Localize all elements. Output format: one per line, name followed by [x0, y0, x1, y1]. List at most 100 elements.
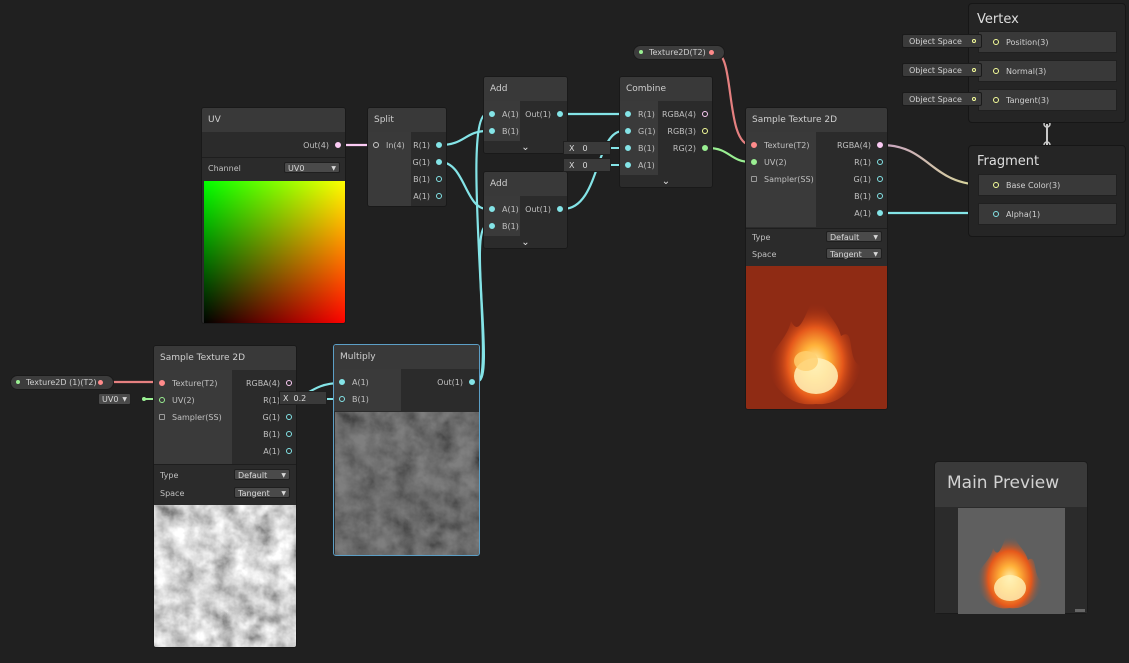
port-dot[interactable] [993, 68, 999, 74]
port-dot[interactable] [751, 159, 757, 165]
multiply-node[interactable]: Multiply A(1) B(1) Out(1) [333, 344, 480, 556]
sample-out-a[interactable]: A(1) [854, 205, 887, 222]
port-dot[interactable] [993, 97, 999, 103]
collapse-chevron-icon[interactable]: ⌄ [620, 176, 712, 187]
combine-in-a[interactable]: A(1) [620, 157, 655, 174]
port-dot[interactable] [436, 193, 442, 199]
space-dropdown[interactable]: Tangent ▼ [826, 248, 882, 259]
sample-in-texture[interactable]: Texture(T2) [154, 375, 218, 392]
uv-out-port[interactable]: Out(4) [303, 137, 345, 154]
port-dot[interactable] [625, 111, 631, 117]
port-dot[interactable] [489, 206, 495, 212]
port-dot[interactable] [972, 97, 976, 101]
inline-value[interactable]: 0 [574, 161, 587, 170]
port-dot[interactable] [993, 39, 999, 45]
port-dot[interactable] [751, 142, 757, 148]
port-dot[interactable] [877, 193, 883, 199]
combine-out-rg[interactable]: RG(2) [673, 140, 712, 157]
combine-out-rgb[interactable]: RGB(3) [667, 123, 712, 140]
port-dot[interactable] [142, 397, 146, 401]
port-dot[interactable] [557, 111, 563, 117]
type-dropdown[interactable]: Default ▼ [234, 469, 290, 480]
port-dot[interactable] [373, 142, 379, 148]
object-space-pill[interactable]: Object Space [902, 92, 982, 106]
combine-out-rgba[interactable]: RGBA(4) [662, 106, 712, 123]
vertex-slot-normal[interactable]: Normal(3) [978, 60, 1117, 82]
uv-node[interactable]: UV Out(4) Channel UV0 ▼ [201, 107, 346, 324]
combine-b-inline[interactable]: X0 [563, 141, 611, 155]
port-dot[interactable] [702, 128, 708, 134]
combine-node[interactable]: Combine R(1) G(1) B(1) A(1) RGBA(4) RGB(… [619, 76, 713, 188]
multiply-in-a[interactable]: A(1) [334, 374, 369, 391]
add-in-b[interactable]: B(1) [484, 218, 519, 235]
channel-dropdown[interactable]: UV0 ▼ [284, 162, 340, 173]
resize-handle[interactable] [1075, 609, 1085, 612]
port-dot[interactable] [159, 414, 165, 420]
port-dot[interactable] [339, 396, 345, 402]
port-dot[interactable] [557, 206, 563, 212]
port-dot[interactable] [469, 379, 475, 385]
port-dot[interactable] [993, 182, 999, 188]
combine-in-b[interactable]: B(1) [620, 140, 655, 157]
sample-out-rgba[interactable]: RGBA(4) [837, 137, 887, 154]
sample-in-sampler[interactable]: Sampler(SS) [154, 409, 222, 426]
object-space-pill[interactable]: Object Space [902, 34, 982, 48]
fragment-stack[interactable]: Fragment Base Color(3) Alpha(1) [968, 145, 1126, 237]
add-node-1[interactable]: Add A(1) B(1) Out(1) ⌄ [483, 76, 568, 154]
sample-out-r[interactable]: R(1) [854, 154, 887, 171]
main-preview-panel[interactable]: Main Preview [934, 461, 1088, 614]
add-out[interactable]: Out(1) [525, 201, 567, 218]
vertex-slot-tangent[interactable]: Tangent(3) [978, 89, 1117, 111]
texture2d-property-node[interactable]: Texture2D(T2) [633, 45, 725, 60]
port-dot[interactable] [159, 380, 165, 386]
sample-out-g[interactable]: G(1) [853, 171, 887, 188]
add-in-b[interactable]: B(1) [484, 123, 519, 140]
port-dot[interactable] [489, 111, 495, 117]
space-dropdown[interactable]: Tangent ▼ [234, 487, 290, 498]
vertex-stack[interactable]: Vertex Position(3) Normal(3) Tangent(3) [968, 3, 1126, 123]
sample-out-b[interactable]: B(1) [263, 426, 296, 443]
sample-texture-2d-noise-node[interactable]: Sample Texture 2D Texture(T2) UV(2) Samp… [153, 345, 297, 648]
sample-out-rgba[interactable]: RGBA(4) [246, 375, 296, 392]
port-dot[interactable] [877, 210, 883, 216]
inline-value[interactable]: 0.2 [288, 394, 306, 403]
split-out-a[interactable]: A(1) [413, 188, 446, 205]
port-dot[interactable] [709, 50, 714, 55]
port-dot[interactable] [286, 380, 292, 386]
add-in-a[interactable]: A(1) [484, 201, 519, 218]
port-dot[interactable] [436, 142, 442, 148]
split-out-g[interactable]: G(1) [412, 154, 446, 171]
sample-out-g[interactable]: G(1) [262, 409, 296, 426]
combine-a-inline[interactable]: X0 [563, 158, 611, 172]
uv-default-dropdown[interactable]: UV0 ▼ [98, 393, 131, 405]
sample-in-sampler[interactable]: Sampler(SS) [746, 171, 814, 188]
texture2d-1-property-node[interactable]: Texture2D (1)(T2) [10, 375, 114, 390]
port-dot[interactable] [702, 145, 708, 151]
port-dot[interactable] [702, 111, 708, 117]
port-dot[interactable] [286, 414, 292, 420]
combine-in-g[interactable]: G(1) [620, 123, 656, 140]
sample-out-a[interactable]: A(1) [263, 443, 296, 460]
type-dropdown[interactable]: Default ▼ [826, 231, 882, 242]
port-dot[interactable] [489, 128, 495, 134]
multiply-in-b[interactable]: B(1) [334, 391, 369, 408]
port-dot[interactable] [489, 223, 495, 229]
combine-in-r[interactable]: R(1) [620, 106, 655, 123]
add-out[interactable]: Out(1) [525, 106, 567, 123]
port-dot[interactable] [98, 380, 103, 385]
collapse-chevron-icon[interactable]: ⌄ [484, 237, 567, 248]
split-in-port[interactable]: In(4) [368, 137, 405, 154]
inline-value[interactable]: 0 [574, 144, 587, 153]
split-out-b[interactable]: B(1) [413, 171, 446, 188]
port-dot[interactable] [877, 159, 883, 165]
sample-out-b[interactable]: B(1) [854, 188, 887, 205]
fragment-slot-base-color[interactable]: Base Color(3) [978, 174, 1117, 196]
port-dot[interactable] [993, 211, 999, 217]
add-node-2[interactable]: Add A(1) B(1) Out(1) ⌄ [483, 171, 568, 249]
port-dot[interactable] [339, 379, 345, 385]
object-space-pill[interactable]: Object Space [902, 63, 982, 77]
port-dot[interactable] [335, 142, 341, 148]
port-dot[interactable] [972, 68, 976, 72]
port-dot[interactable] [436, 176, 442, 182]
add-in-a[interactable]: A(1) [484, 106, 519, 123]
